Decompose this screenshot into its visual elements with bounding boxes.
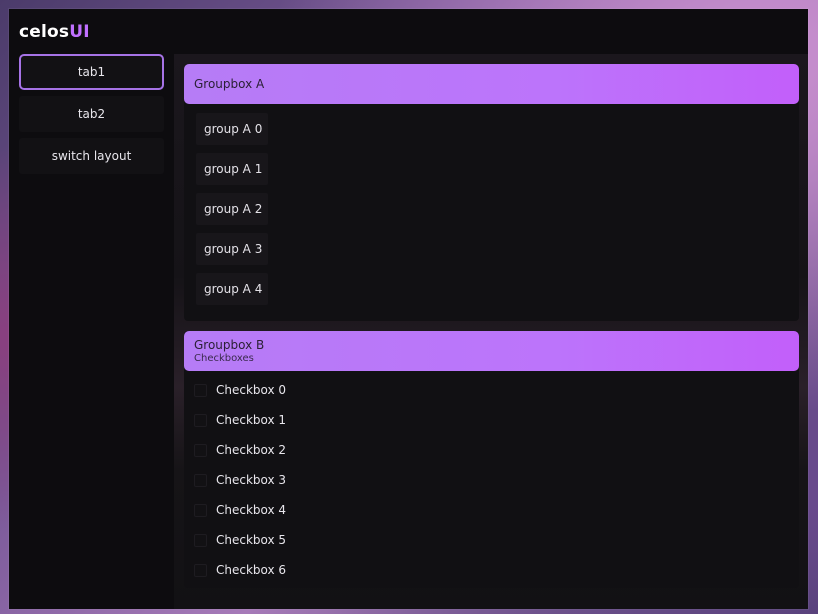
group-item-label: group A 3 (204, 242, 263, 256)
checkbox-row-3[interactable]: Checkbox 3 (194, 465, 799, 495)
checkbox-label: Checkbox 3 (216, 473, 287, 487)
checkbox[interactable] (194, 413, 207, 427)
checkbox[interactable] (194, 533, 207, 547)
groupbox-a-header: Groupbox A (184, 64, 799, 104)
tab-label: tab1 (77, 65, 106, 79)
checkbox-label: Checkbox 2 (216, 443, 287, 457)
checkbox-label: Checkbox 6 (216, 563, 287, 577)
group-a-item-0[interactable]: group A 0 (196, 113, 268, 145)
checkbox-row-4[interactable]: Checkbox 4 (194, 495, 799, 525)
brand-main: celos (19, 22, 70, 42)
group-item-label: group A 1 (204, 162, 263, 176)
tab-label: switch layout (51, 149, 132, 163)
group-item-label: group A 0 (204, 122, 263, 136)
checkbox-row-0[interactable]: Checkbox 0 (194, 375, 799, 405)
groupbox-a-title: Groupbox A (194, 77, 265, 91)
switch-layout-button[interactable]: switch layout (19, 138, 164, 174)
sidebar: tab1 tab2 switch layout (19, 54, 165, 180)
tab-button-tab2[interactable]: tab2 (19, 96, 164, 132)
checkbox-row-2[interactable]: Checkbox 2 (194, 435, 799, 465)
group-a-item-3[interactable]: group A 3 (196, 233, 268, 265)
checkbox-label: Checkbox 1 (216, 413, 287, 427)
groupbox-b-items: Checkbox 0 Checkbox 1 Checkbox 2 Checkbo… (184, 371, 799, 585)
checkbox-row-5[interactable]: Checkbox 5 (194, 525, 799, 555)
app-logo: celosUI (19, 22, 90, 42)
tab-label: tab2 (77, 107, 106, 121)
group-a-item-2[interactable]: group A 2 (196, 193, 268, 225)
checkbox-row-6[interactable]: Checkbox 6 (194, 555, 799, 585)
checkbox-row-1[interactable]: Checkbox 1 (194, 405, 799, 435)
app-window: celosUI tab1 tab2 switch layout Groupbox… (9, 9, 808, 609)
groupbox-b-title: Groupbox B (194, 338, 265, 352)
groupbox-b: Groupbox B Checkboxes Checkbox 0 Checkbo… (184, 331, 799, 588)
checkbox[interactable] (194, 473, 207, 487)
group-item-label: group A 2 (204, 202, 263, 216)
group-a-item-4[interactable]: group A 4 (196, 273, 268, 305)
checkbox-label: Checkbox 5 (216, 533, 287, 547)
tab-button-tab1[interactable]: tab1 (19, 54, 164, 90)
groupbox-a-items: group A 0 group A 1 group A 2 group A 3 … (184, 104, 799, 305)
checkbox-label: Checkbox 4 (216, 503, 287, 517)
groupbox-a: Groupbox A group A 0 group A 1 group A 2… (184, 64, 799, 321)
groupbox-b-subtitle: Checkboxes (194, 353, 254, 364)
checkbox[interactable] (194, 383, 207, 397)
group-a-item-1[interactable]: group A 1 (196, 153, 268, 185)
checkbox[interactable] (194, 443, 207, 457)
checkbox[interactable] (194, 563, 207, 577)
main-content: Groupbox A group A 0 group A 1 group A 2… (174, 54, 808, 609)
brand-accent: UI (69, 22, 90, 42)
checkbox[interactable] (194, 503, 207, 517)
groupbox-b-header: Groupbox B Checkboxes (184, 331, 799, 371)
checkbox-label: Checkbox 0 (216, 383, 287, 397)
group-item-label: group A 4 (204, 282, 263, 296)
